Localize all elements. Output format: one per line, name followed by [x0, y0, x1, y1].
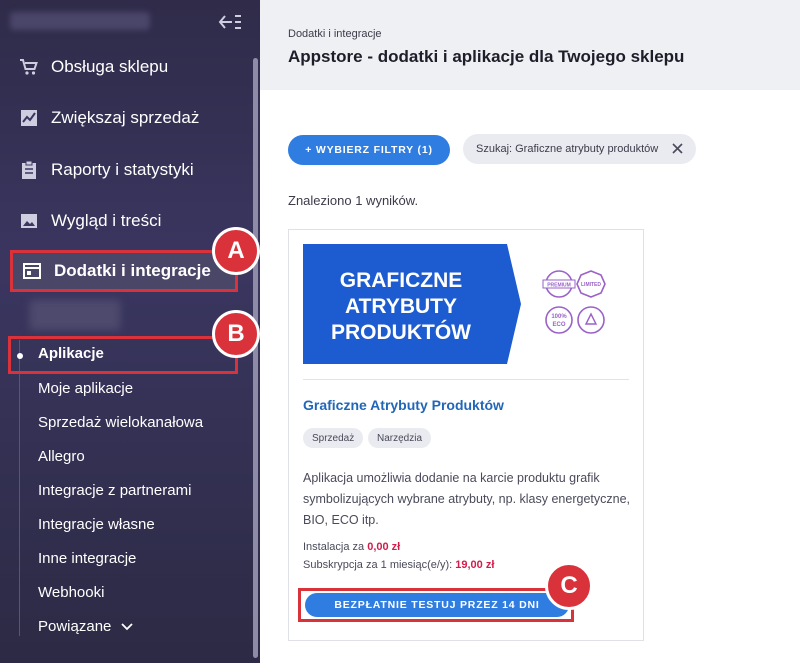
- banner-text-line1: GRAFICZNE: [340, 269, 463, 292]
- tag-sprzedaz: Sprzedaż: [303, 428, 364, 448]
- submenu-item-aplikacje[interactable]: Aplikacje: [38, 345, 104, 362]
- app-title-link[interactable]: Graficzne Atrybuty Produktów: [303, 397, 504, 413]
- limited-badge-icon: LIMITED: [576, 270, 606, 298]
- svg-text:PREMIUM: PREMIUM: [547, 283, 571, 289]
- sidebar-item-wyglad[interactable]: Wygląd i treści: [10, 201, 238, 241]
- chevron-down-icon: [121, 622, 134, 630]
- card-divider: [303, 379, 629, 380]
- sidebar-header: [0, 0, 260, 44]
- sidebar-item-label: Dodatki i integracje: [54, 261, 211, 280]
- main-content: + WYBIERZ FILTRY (1) Szukaj: Graficzne a…: [260, 90, 800, 663]
- cart-icon: [18, 56, 40, 78]
- search-filter-chip-label: Szukaj: Graficzne atrybuty produktów: [476, 143, 659, 155]
- recycle-badge-icon: [577, 306, 605, 334]
- sidebar-item-zwiekszaj-sprzedaz[interactable]: Zwiększaj sprzedaż: [10, 98, 238, 138]
- submenu-item-integracje-wlasne[interactable]: Integracje własne: [38, 516, 155, 533]
- collapse-sidebar-icon[interactable]: [218, 12, 242, 32]
- choose-filters-button[interactable]: + WYBIERZ FILTRY (1): [288, 135, 450, 165]
- search-filter-chip: Szukaj: Graficzne atrybuty produktów: [463, 134, 696, 164]
- breadcrumb[interactable]: Dodatki i integracje: [288, 28, 382, 40]
- app-banner-image[interactable]: GRAFICZNE ATRYBUTY PRODUKTÓW PREMIUM LIM…: [303, 244, 629, 364]
- submenu-item-integracje-z-partnerami[interactable]: Integracje z partnerami: [38, 482, 191, 499]
- submenu-item-sprzedaz-wielokanalowa[interactable]: Sprzedaż wielokanałowa: [38, 414, 203, 431]
- submenu-item-inne-integracje[interactable]: Inne integracje: [38, 550, 136, 567]
- submenu-item-webhooki[interactable]: Webhooki: [38, 584, 104, 601]
- page-title: Appstore - dodatki i aplikacje dla Twoje…: [288, 47, 685, 66]
- banner-text-line2: ATRYBUTY: [345, 295, 457, 318]
- sidebar-item-label: Raporty i statystyki: [51, 160, 194, 179]
- submenu-item-powiazane[interactable]: Powiązane: [38, 618, 134, 635]
- install-price-value: 0,00 zł: [367, 541, 401, 553]
- sidebar-item-obsluga-sklepu[interactable]: Obsługa sklepu: [10, 47, 238, 87]
- annotation-badge-c: C: [545, 562, 593, 610]
- submenu-item-label: Powiązane: [38, 618, 112, 635]
- annotation-badge-a: A: [212, 227, 260, 275]
- install-price-label: Instalacja za: [303, 541, 365, 553]
- svg-text:100%: 100%: [551, 314, 567, 320]
- annotation-badge-b: B: [212, 310, 260, 358]
- subscription-price-label: Subskrypcja za 1 miesiąc(e/y):: [303, 559, 453, 571]
- results-count: Znaleziono 1 wyników.: [288, 193, 419, 208]
- eco-badge-icon: 100% ECO: [545, 306, 573, 334]
- shop-name-blurred: [10, 12, 150, 30]
- app-description: Aplikacja umożliwia dodanie na karcie pr…: [303, 471, 631, 527]
- image-icon: [18, 210, 40, 232]
- install-price-line: Instalacja za 0,00 zł: [303, 541, 400, 553]
- submenu-item-allegro[interactable]: Allegro: [38, 448, 85, 465]
- banner-text-line3: PRODUKTÓW: [331, 320, 471, 344]
- page-header: Dodatki i integracje Appstore - dodatki …: [260, 0, 800, 90]
- chart-icon: [18, 107, 40, 129]
- submenu-guide-line: [19, 340, 20, 636]
- sidebar-item-raporty[interactable]: Raporty i statystyki: [10, 150, 238, 190]
- subscription-price-line: Subskrypcja za 1 miesiąc(e/y): 19,00 zł: [303, 559, 494, 571]
- clipboard-icon: [18, 159, 40, 181]
- sidebar-item-dodatki-i-integracje[interactable]: Dodatki i integracje: [10, 250, 238, 292]
- sidebar-item-label: Zwiększaj sprzedaż: [51, 108, 200, 127]
- active-dot-icon: [17, 353, 23, 359]
- svg-text:ECO: ECO: [552, 322, 565, 328]
- submenu-item-moje-aplikacje[interactable]: Moje aplikacje: [38, 380, 133, 397]
- free-trial-button[interactable]: BEZPŁATNIE TESTUJ PRZEZ 14 DNI: [305, 593, 569, 617]
- subscription-price-value: 19,00 zł: [455, 559, 495, 571]
- sidebar-item-label: Wygląd i treści: [51, 211, 162, 230]
- sidebar-item-label: Obsługa sklepu: [51, 57, 169, 76]
- tag-narzedzia: Narzędzia: [368, 428, 432, 448]
- window-icon: [21, 260, 43, 282]
- svg-text:LIMITED: LIMITED: [581, 282, 601, 288]
- sidebar-scrollbar[interactable]: [253, 58, 258, 658]
- blurred-subheading: [30, 300, 120, 330]
- premium-badge-icon: PREMIUM: [542, 270, 576, 298]
- close-icon[interactable]: [671, 142, 684, 155]
